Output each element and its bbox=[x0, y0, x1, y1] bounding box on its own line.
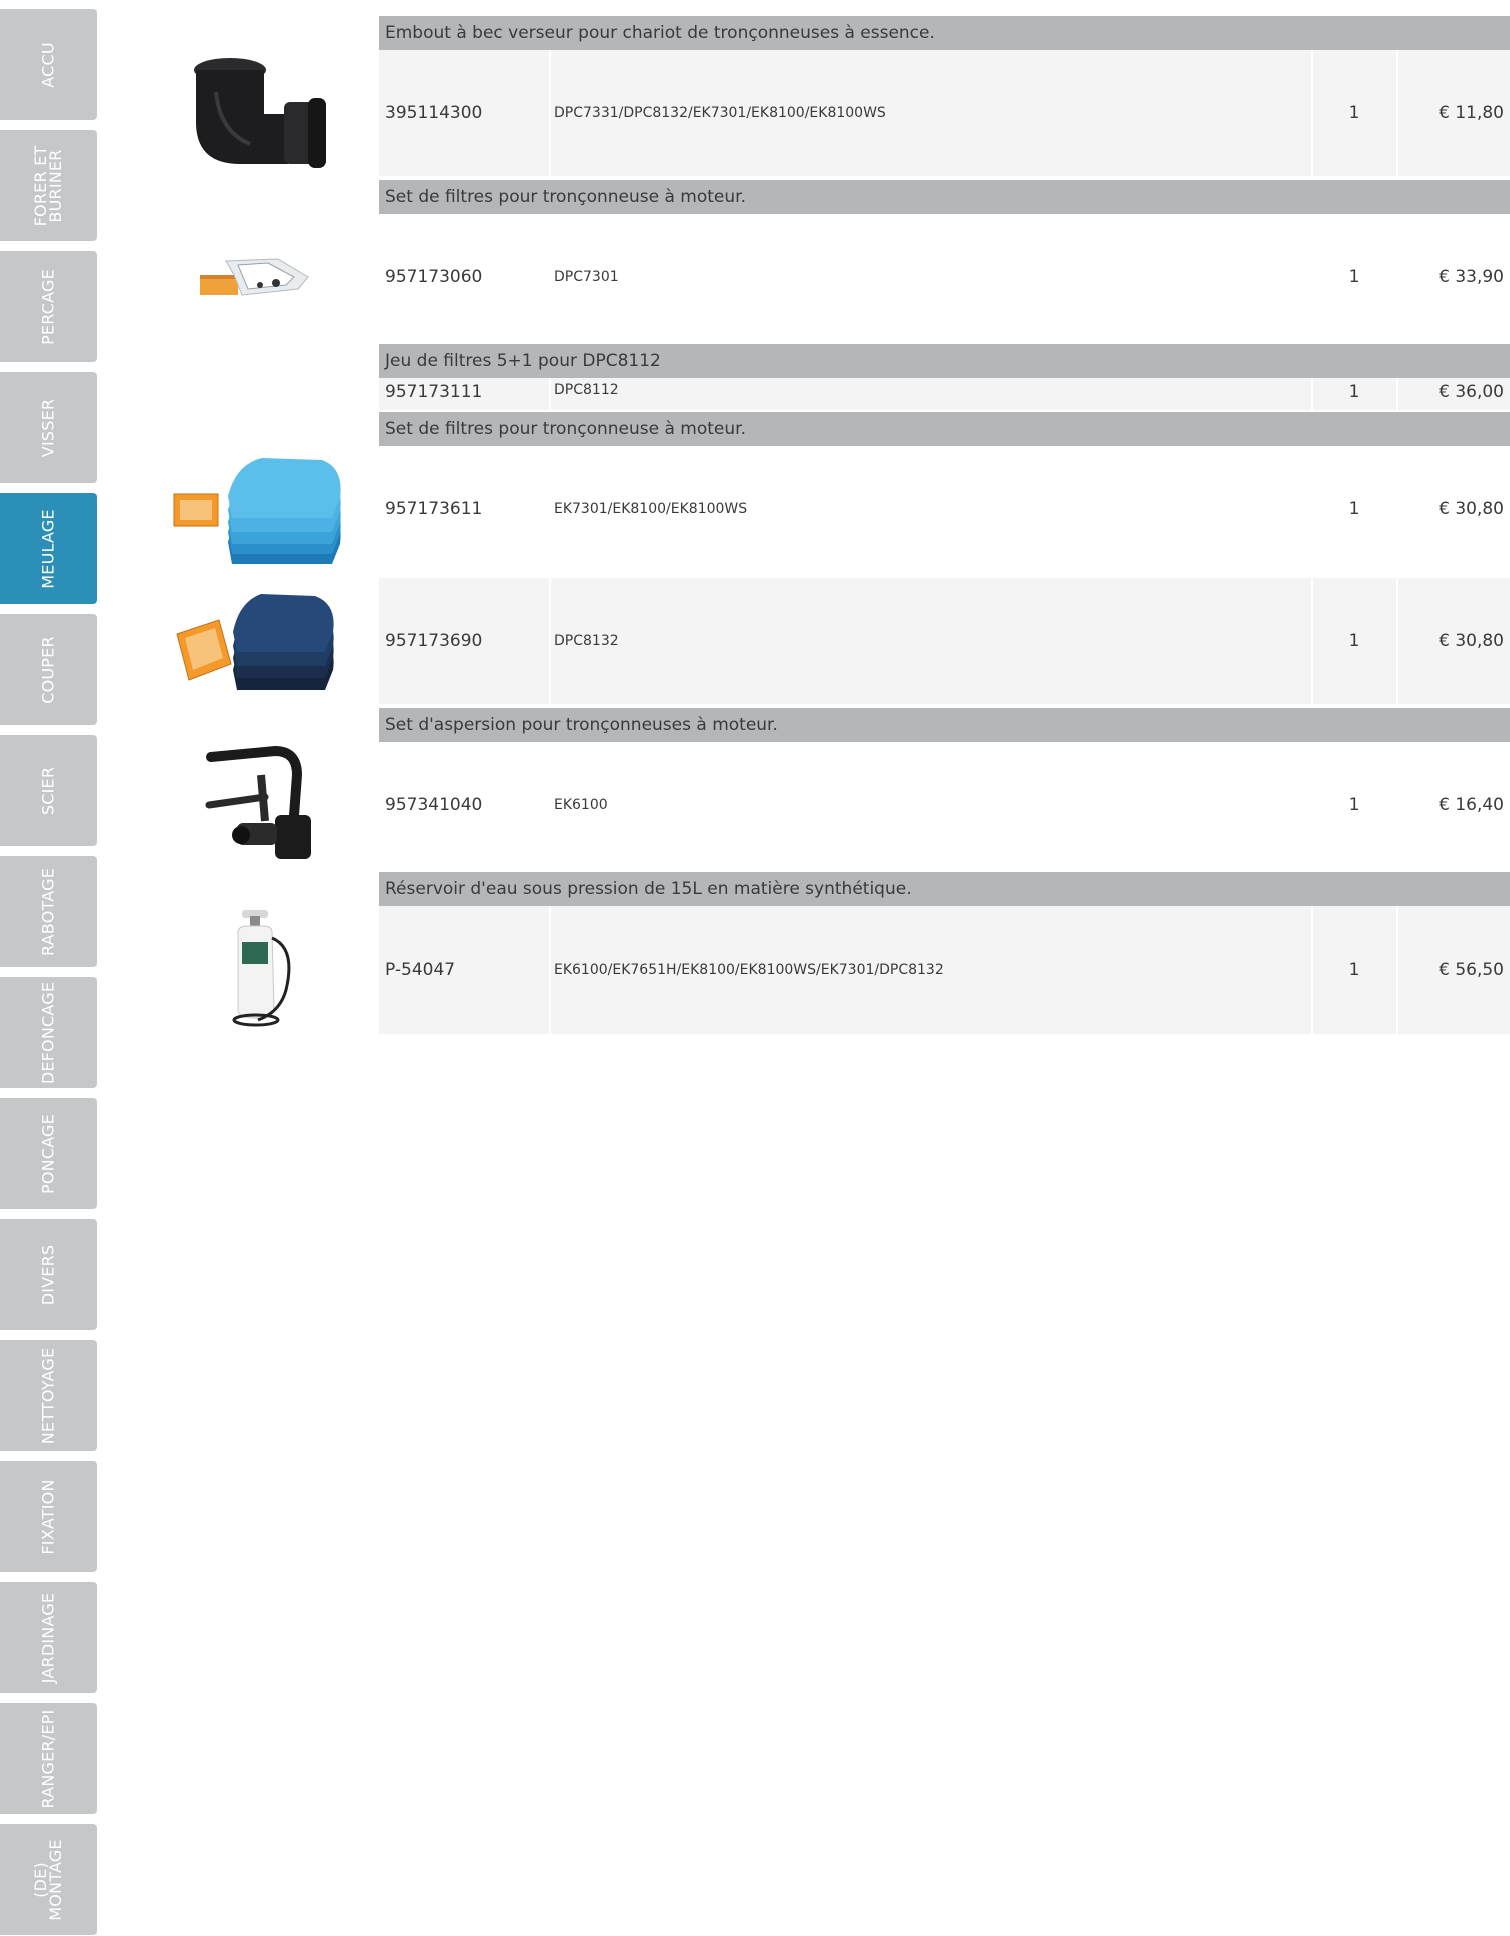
tab-label: VISSER bbox=[38, 398, 58, 458]
tab-couper[interactable]: COUPER bbox=[0, 614, 97, 725]
price: € 16,40 bbox=[1396, 742, 1506, 868]
filter-set-icon bbox=[200, 258, 309, 296]
quantity: 1 bbox=[1311, 214, 1395, 340]
table-row[interactable]: 957173611 EK7301/EK8100/EK8100WS 1 € 30,… bbox=[379, 446, 1510, 572]
tab-poncage[interactable]: PONCAGE bbox=[0, 1098, 97, 1209]
article-number: 395114300 bbox=[385, 103, 483, 123]
pressure-tank-icon bbox=[232, 910, 291, 1027]
tab-label: FIXATION bbox=[38, 1479, 58, 1555]
tab-meulage[interactable]: MEULAGE bbox=[0, 493, 97, 604]
group-header: Set d'aspersion pour tronçonneuses à mot… bbox=[379, 708, 1510, 742]
price: € 30,80 bbox=[1396, 446, 1506, 572]
table-row[interactable]: P-54047 EK6100/EK7651H/EK8100/EK8100WS/E… bbox=[379, 906, 1510, 1034]
table-row[interactable]: 957341040 EK6100 1 € 16,40 bbox=[379, 742, 1510, 868]
quantity: 1 bbox=[1311, 906, 1395, 1034]
table-row[interactable]: 957173690 DPC8132 1 € 30,80 bbox=[379, 578, 1510, 704]
table-row[interactable]: 957173111 DPC8112 1 € 36,00 bbox=[379, 378, 1510, 410]
tab-label: SCIER bbox=[38, 766, 58, 816]
group-header: Embout à bec verseur pour chariot de tro… bbox=[379, 16, 1510, 50]
blue-filter-stack-icon bbox=[173, 458, 341, 564]
quantity: 1 bbox=[1311, 742, 1395, 868]
sprinkler-set-icon bbox=[205, 745, 311, 859]
quantity: 1 bbox=[1311, 50, 1395, 176]
tab-label: FORER ET BURINER bbox=[31, 145, 65, 227]
article-number: P-54047 bbox=[385, 960, 456, 980]
tab-forer-et-buriner[interactable]: FORER ET BURINER bbox=[0, 130, 97, 241]
price: € 33,90 bbox=[1396, 214, 1506, 340]
tab-label: PERCAGE bbox=[38, 269, 58, 345]
tab-percage[interactable]: PERCAGE bbox=[0, 251, 97, 362]
price: € 36,00 bbox=[1396, 378, 1506, 410]
article-number: 957173111 bbox=[385, 382, 483, 402]
tab-ranger-epi[interactable]: RANGER/EPI bbox=[0, 1703, 97, 1814]
tab-rabotage[interactable]: RABOTAGE bbox=[0, 856, 97, 967]
compatible-models: DPC7331/DPC8132/EK7301/EK8100/EK8100WS bbox=[549, 50, 1294, 176]
compatible-models: DPC8132 bbox=[549, 578, 1294, 704]
tab-label: COUPER bbox=[38, 636, 58, 704]
article-number: 957173611 bbox=[385, 499, 483, 519]
table-row[interactable]: 395114300 DPC7331/DPC8132/EK7301/EK8100/… bbox=[379, 50, 1510, 176]
tab-nettoyage[interactable]: NETTOYAGE bbox=[0, 1340, 97, 1451]
compatible-models: EK6100/EK7651H/EK8100/EK8100WS/EK7301/DP… bbox=[549, 906, 1294, 1034]
tab-fixation[interactable]: FIXATION bbox=[0, 1461, 97, 1572]
dark-blue-filter-stack-icon bbox=[176, 594, 334, 690]
tab-label: NETTOYAGE bbox=[38, 1347, 58, 1445]
tab-jardinage[interactable]: JARDINAGE bbox=[0, 1582, 97, 1693]
group-header: Jeu de filtres 5+1 pour DPC8112 bbox=[379, 344, 1510, 378]
table-row[interactable]: 957173060 DPC7301 1 € 33,90 bbox=[379, 214, 1510, 340]
tab-label: ACCU bbox=[38, 42, 58, 88]
group-header: Réservoir d'eau sous pression de 15L en … bbox=[379, 872, 1510, 906]
tab-label: RANGER/EPI bbox=[38, 1709, 58, 1809]
tab-label: (DE) MONTAGE bbox=[31, 1839, 65, 1921]
tab-label: DIVERS bbox=[38, 1244, 58, 1306]
article-number: 957173690 bbox=[385, 631, 483, 651]
elbow-spout-icon bbox=[194, 58, 326, 168]
tab-de-montage[interactable]: (DE) MONTAGE bbox=[0, 1824, 97, 1935]
tab-label: PONCAGE bbox=[38, 1114, 58, 1194]
quantity: 1 bbox=[1311, 446, 1395, 572]
article-number: 957173060 bbox=[385, 267, 483, 287]
tab-label: JARDINAGE bbox=[38, 1592, 58, 1684]
quantity: 1 bbox=[1311, 578, 1395, 704]
tab-accu[interactable]: ACCU bbox=[0, 9, 97, 120]
compatible-models: EK6100 bbox=[549, 742, 1294, 868]
tab-defoncage[interactable]: DEFONCAGE bbox=[0, 977, 97, 1088]
article-number: 957341040 bbox=[385, 795, 483, 815]
tab-scier[interactable]: SCIER bbox=[0, 735, 97, 846]
compatible-models: DPC8112 bbox=[549, 378, 1294, 410]
price: € 56,50 bbox=[1396, 906, 1506, 1034]
group-header: Set de filtres pour tronçonneuse à moteu… bbox=[379, 180, 1510, 214]
price: € 11,80 bbox=[1396, 50, 1506, 176]
tab-divers[interactable]: DIVERS bbox=[0, 1219, 97, 1330]
quantity: 1 bbox=[1311, 378, 1395, 410]
tab-label: MEULAGE bbox=[38, 509, 58, 589]
group-header: Set de filtres pour tronçonneuse à moteu… bbox=[379, 412, 1510, 446]
tab-label: DEFONCAGE bbox=[38, 981, 58, 1085]
tab-visser[interactable]: VISSER bbox=[0, 372, 97, 483]
compatible-models: EK7301/EK8100/EK8100WS bbox=[549, 446, 1294, 572]
compatible-models: DPC7301 bbox=[549, 214, 1294, 340]
tab-label: RABOTAGE bbox=[38, 867, 58, 957]
price: € 30,80 bbox=[1396, 578, 1506, 704]
